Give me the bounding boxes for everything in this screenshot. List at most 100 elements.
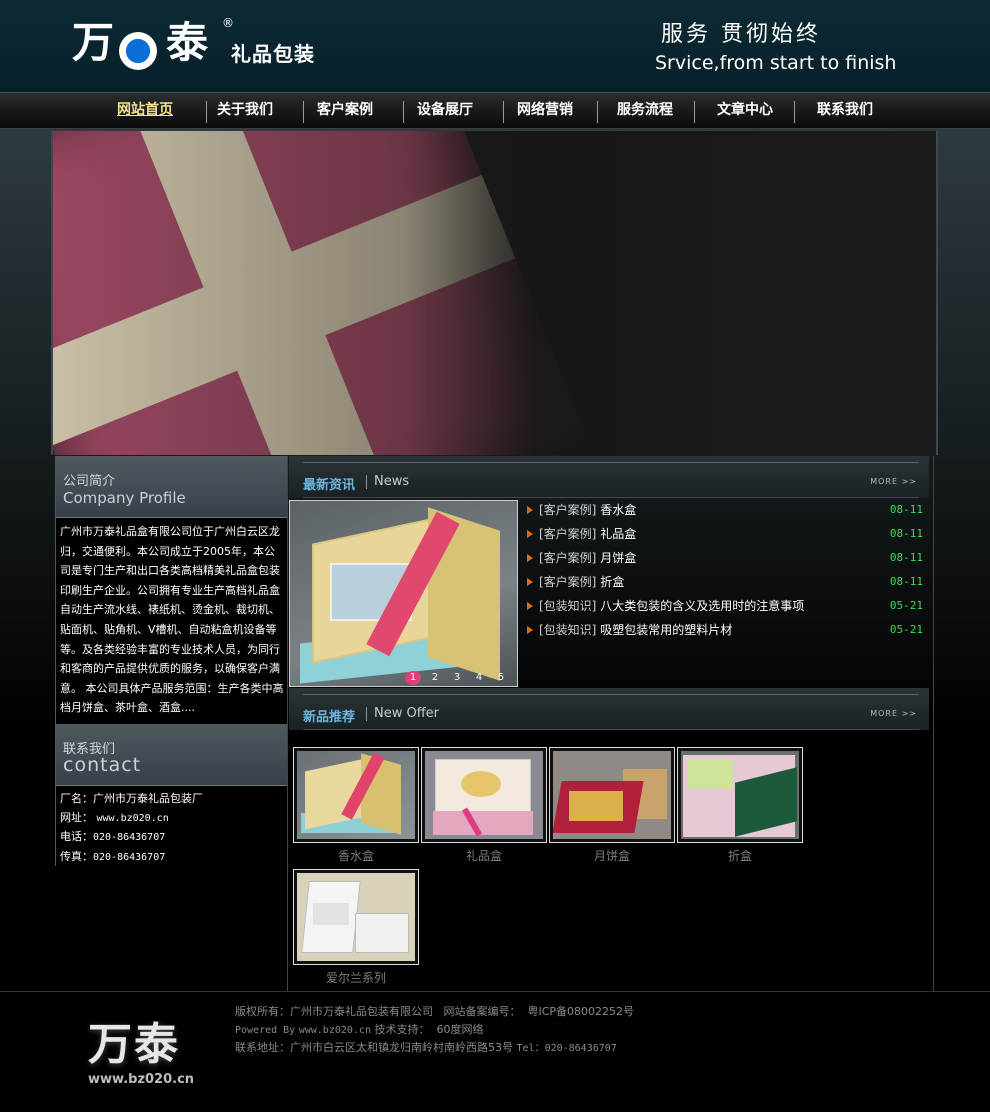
header-rule (303, 729, 919, 730)
offer-header: 新品推荐 New Offer MORE >> (289, 688, 929, 730)
powered-label: Powered By (235, 1025, 296, 1036)
shape (433, 811, 533, 835)
column-divider (933, 456, 934, 991)
pager-dot-4[interactable]: 4 (471, 671, 487, 685)
address-value: 广州市白云区太和镇龙归南岭村南岭西路53号 (290, 1041, 513, 1054)
contact-fax: 传真：020-86436707 (60, 848, 285, 868)
nav-separator (794, 101, 795, 123)
left-sidebar: 公司简介 Company Profile 广州市万泰礼品盒有限公司位于广州白云区… (55, 456, 287, 866)
nav-item-about[interactable]: 关于我们 (197, 93, 293, 128)
news-category: [客户案例] (539, 503, 597, 517)
contact-phone: 电话：020-86436707 (60, 828, 285, 848)
title-separator (366, 475, 367, 489)
hero-banner[interactable] (51, 131, 938, 455)
news-item[interactable]: [客户案例] 月饼盒 08-11 (525, 548, 925, 572)
icp-link[interactable]: 粤ICP备08002252号 (528, 1005, 635, 1018)
shape (355, 913, 409, 953)
offer-more-link[interactable]: MORE >> (870, 709, 917, 718)
contact-phone-value: 020-86436707 (93, 832, 166, 843)
product-image (553, 751, 671, 839)
contact-title-en: contact (63, 754, 142, 776)
logo-char-wan[interactable]: 万 (72, 22, 114, 64)
pager-dot-5[interactable]: 5 (493, 671, 509, 685)
arrow-right-icon (527, 602, 533, 610)
arrow-right-icon (527, 506, 533, 514)
copyright-label: 版权所有： (235, 1005, 290, 1018)
shape (687, 759, 733, 789)
news-item-text: [包装知识] 八大类包装的含义及选用时的注意事项 (539, 596, 804, 616)
slogan-cn: 服务 贯彻始终 (661, 22, 821, 47)
contact-factory-label: 厂名： (60, 792, 93, 805)
news-item[interactable]: [客户案例] 香水盒 08-11 (525, 500, 925, 524)
tel-value: 020-86436707 (544, 1043, 617, 1054)
product-thumbnail[interactable] (677, 747, 803, 843)
product-name[interactable]: 礼品盒 (421, 847, 547, 864)
nav-item-articles[interactable]: 文章中心 (697, 93, 793, 128)
pager-dot-2[interactable]: 2 (427, 671, 443, 685)
news-title: 香水盒 (600, 503, 637, 517)
news-date: 08-11 (889, 527, 923, 540)
pager-dot-3[interactable]: 3 (449, 671, 465, 685)
title-separator (366, 707, 367, 721)
product-name[interactable]: 香水盒 (293, 847, 419, 864)
news-item[interactable]: [包装知识] 八大类包装的含义及选用时的注意事项 05-21 (525, 596, 925, 620)
nav-separator (694, 101, 695, 123)
news-category: [客户案例] (539, 551, 597, 565)
product-card[interactable]: 香水盒 (293, 747, 419, 864)
logo-circle-icon[interactable] (119, 32, 157, 70)
product-card[interactable]: 礼品盒 (421, 747, 547, 864)
product-image (681, 751, 799, 839)
product-name[interactable]: 爱尔兰系列 (293, 969, 419, 986)
nav-item-process[interactable]: 服务流程 (597, 93, 693, 128)
footer-copyright-line: 版权所有：广州市万泰礼品包装有限公司 网站备案编号： 粤ICP备08002252… (235, 1003, 634, 1019)
news-slideshow[interactable]: 1 2 3 4 5 (289, 500, 518, 687)
nav-item-home[interactable]: 网站首页 (97, 93, 193, 128)
news-date: 05-21 (889, 599, 923, 612)
news-header: 最新资讯 News MORE >> (289, 456, 929, 498)
product-name[interactable]: 折盒 (677, 847, 803, 864)
news-title: 月饼盒 (600, 551, 637, 565)
company-profile-text: 广州市万泰礼品盒有限公司位于广州白云区龙归，交通便利。本公司成立于2005年，本… (60, 525, 284, 715)
nav-item-cases[interactable]: 客户案例 (297, 93, 393, 128)
product-thumbnail[interactable] (421, 747, 547, 843)
news-date: 05-21 (889, 623, 923, 636)
product-thumbnail[interactable] (549, 747, 675, 843)
contact-factory: 厂名：广州市万泰礼品包装厂 (60, 790, 285, 809)
contact-fax-value: 020-86436707 (93, 851, 166, 863)
header-rule (303, 462, 919, 463)
contact-site-link[interactable]: www.bz020.cn (97, 813, 169, 824)
news-title: 折盒 (600, 575, 625, 589)
tel-label: Tel： (516, 1043, 545, 1054)
site-header: 万 泰 ® 礼品包装 服务 贯彻始终 Srvice,from start to … (0, 0, 990, 92)
product-card[interactable]: 月饼盒 (549, 747, 675, 864)
product-name[interactable]: 月饼盒 (549, 847, 675, 864)
news-item[interactable]: [客户案例] 折盒 08-11 (525, 572, 925, 596)
nav-item-equipment[interactable]: 设备展厅 (397, 93, 493, 128)
nav-item-contact[interactable]: 联系我们 (797, 93, 893, 128)
logo-char-tai[interactable]: 泰 (166, 22, 208, 64)
banner-fade-overlay (53, 131, 936, 455)
news-title: 八大类包装的含义及选用时的注意事项 (600, 599, 805, 613)
arrow-right-icon (527, 554, 533, 562)
nav-item-marketing[interactable]: 网络营销 (497, 93, 593, 128)
news-item-text: [客户案例] 香水盒 (539, 500, 636, 520)
pager-dot-1[interactable]: 1 (405, 671, 421, 685)
support-link[interactable]: 60度网络 (436, 1023, 483, 1036)
news-more-link[interactable]: MORE >> (870, 477, 917, 486)
product-card[interactable]: 折盒 (677, 747, 803, 864)
footer-logo: 万泰 (88, 1019, 180, 1070)
product-thumbnail[interactable] (293, 747, 419, 843)
profile-title-cn: 公司简介 (63, 474, 116, 489)
news-category: [客户案例] (539, 575, 597, 589)
column-divider (287, 456, 288, 991)
news-category: [包装知识] (539, 599, 597, 613)
arrow-right-icon (527, 626, 533, 634)
offer-title-cn: 新品推荐 (303, 710, 356, 725)
product-thumbnail[interactable] (293, 869, 419, 965)
icp-label: 网站备案编号： (443, 1005, 521, 1018)
news-item[interactable]: [包装知识] 吸塑包装常用的塑料片材 05-21 (525, 620, 925, 644)
news-item[interactable]: [客户案例] 礼品盒 08-11 (525, 524, 925, 548)
contact-site: 网址： www.bz020.cn (60, 809, 285, 829)
powered-link[interactable]: www.bz020.cn (299, 1025, 371, 1036)
product-card[interactable]: 爱尔兰系列 (293, 869, 419, 986)
